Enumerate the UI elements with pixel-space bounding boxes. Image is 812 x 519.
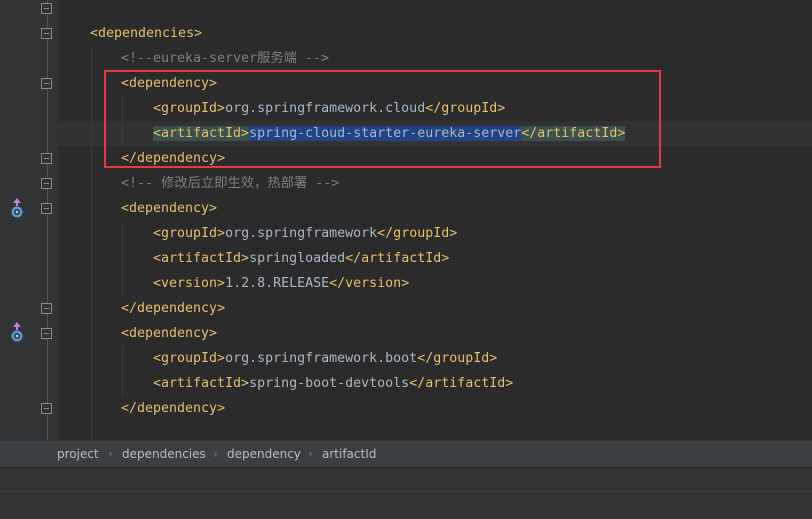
indent-guide bbox=[122, 346, 123, 396]
code-line[interactable]: </dependency> bbox=[121, 396, 225, 421]
breadcrumb: project › dependencies › dependency › ar… bbox=[0, 440, 812, 467]
xml-tag: </artifactId> bbox=[409, 376, 514, 391]
bottom-panel bbox=[0, 467, 812, 519]
fold-toggle-icon[interactable] bbox=[41, 28, 52, 39]
xml-tag: <version> bbox=[153, 276, 226, 291]
fold-toggle-icon[interactable] bbox=[41, 3, 52, 14]
code-line[interactable]: <groupId>org.springframework.boot</group… bbox=[153, 346, 497, 371]
chevron-right-icon: › bbox=[108, 447, 113, 461]
fold-toggle-icon[interactable] bbox=[41, 78, 52, 89]
override-method-icon[interactable] bbox=[10, 197, 24, 219]
xml-tag: </artifactId> bbox=[345, 251, 450, 266]
code-line[interactable]: <version>1.2.8.RELEASE</version> bbox=[153, 271, 409, 296]
xml-tag: </version> bbox=[329, 276, 410, 291]
editor-gutter bbox=[0, 0, 58, 440]
xml-tag: <artifactId> bbox=[153, 251, 250, 266]
xml-value: 1.2.8.RELEASE bbox=[225, 276, 330, 291]
code-line[interactable]: <artifactId>springloaded</artifactId> bbox=[153, 246, 449, 271]
breadcrumb-item-artifactid[interactable]: artifactId bbox=[322, 441, 376, 467]
xml-value: springloaded bbox=[249, 251, 346, 266]
xml-tag: </groupId> bbox=[417, 351, 498, 366]
xml-value: spring-boot-devtools bbox=[249, 376, 410, 391]
xml-tag: </dependency> bbox=[121, 401, 226, 416]
indent-guide bbox=[91, 46, 92, 440]
fold-toggle-icon[interactable] bbox=[41, 403, 52, 414]
highlight-annotation-box bbox=[104, 70, 661, 168]
xml-value: org.springframework.boot bbox=[225, 351, 418, 366]
xml-tag: <artifactId> bbox=[153, 376, 250, 391]
code-line[interactable]: <groupId>org.springframework</groupId> bbox=[153, 221, 457, 246]
breadcrumb-item-dependency[interactable]: dependency bbox=[227, 441, 301, 467]
xml-tag: </dependency> bbox=[121, 301, 226, 316]
indent-guide bbox=[122, 221, 123, 296]
fold-toggle-icon[interactable] bbox=[41, 303, 52, 314]
fold-toggle-icon[interactable] bbox=[41, 178, 52, 189]
xml-tag: <groupId> bbox=[153, 226, 226, 241]
xml-comment: <!--eureka-server服务端 --> bbox=[121, 51, 330, 66]
xml-tag: <groupId> bbox=[153, 351, 226, 366]
code-line[interactable]: </dependency> bbox=[121, 296, 225, 321]
xml-tag: </groupId> bbox=[377, 226, 458, 241]
gutter-separator bbox=[47, 0, 48, 440]
xml-value: org.springframework bbox=[225, 226, 378, 241]
fold-toggle-icon[interactable] bbox=[41, 203, 52, 214]
code-line[interactable]: <!--eureka-server服务端 --> bbox=[121, 46, 329, 71]
breadcrumb-item-project[interactable]: project bbox=[57, 441, 99, 467]
chevron-right-icon: › bbox=[213, 447, 218, 461]
code-line[interactable]: <artifactId>spring-boot-devtools</artifa… bbox=[153, 371, 513, 396]
code-editor[interactable]: <dependencies> <!--eureka-server服务端 --> … bbox=[0, 0, 812, 440]
xml-tag: <dependency> bbox=[121, 326, 218, 341]
xml-tag: <dependencies> bbox=[90, 26, 203, 41]
code-line[interactable]: <dependency> bbox=[121, 321, 217, 346]
code-line[interactable]: <dependency> bbox=[121, 196, 217, 221]
xml-comment: <!-- 修改后立即生效，热部署 --> bbox=[121, 176, 340, 191]
code-line[interactable]: <dependencies> bbox=[90, 21, 202, 46]
xml-tag: <dependency> bbox=[121, 201, 218, 216]
code-line[interactable]: <!-- 修改后立即生效，热部署 --> bbox=[121, 171, 339, 196]
chevron-right-icon: › bbox=[308, 447, 313, 461]
bottom-divider bbox=[0, 491, 812, 492]
fold-toggle-icon[interactable] bbox=[41, 328, 52, 339]
override-method-icon[interactable] bbox=[10, 321, 24, 343]
breadcrumb-item-dependencies[interactable]: dependencies bbox=[122, 441, 206, 467]
fold-toggle-icon[interactable] bbox=[41, 153, 52, 164]
